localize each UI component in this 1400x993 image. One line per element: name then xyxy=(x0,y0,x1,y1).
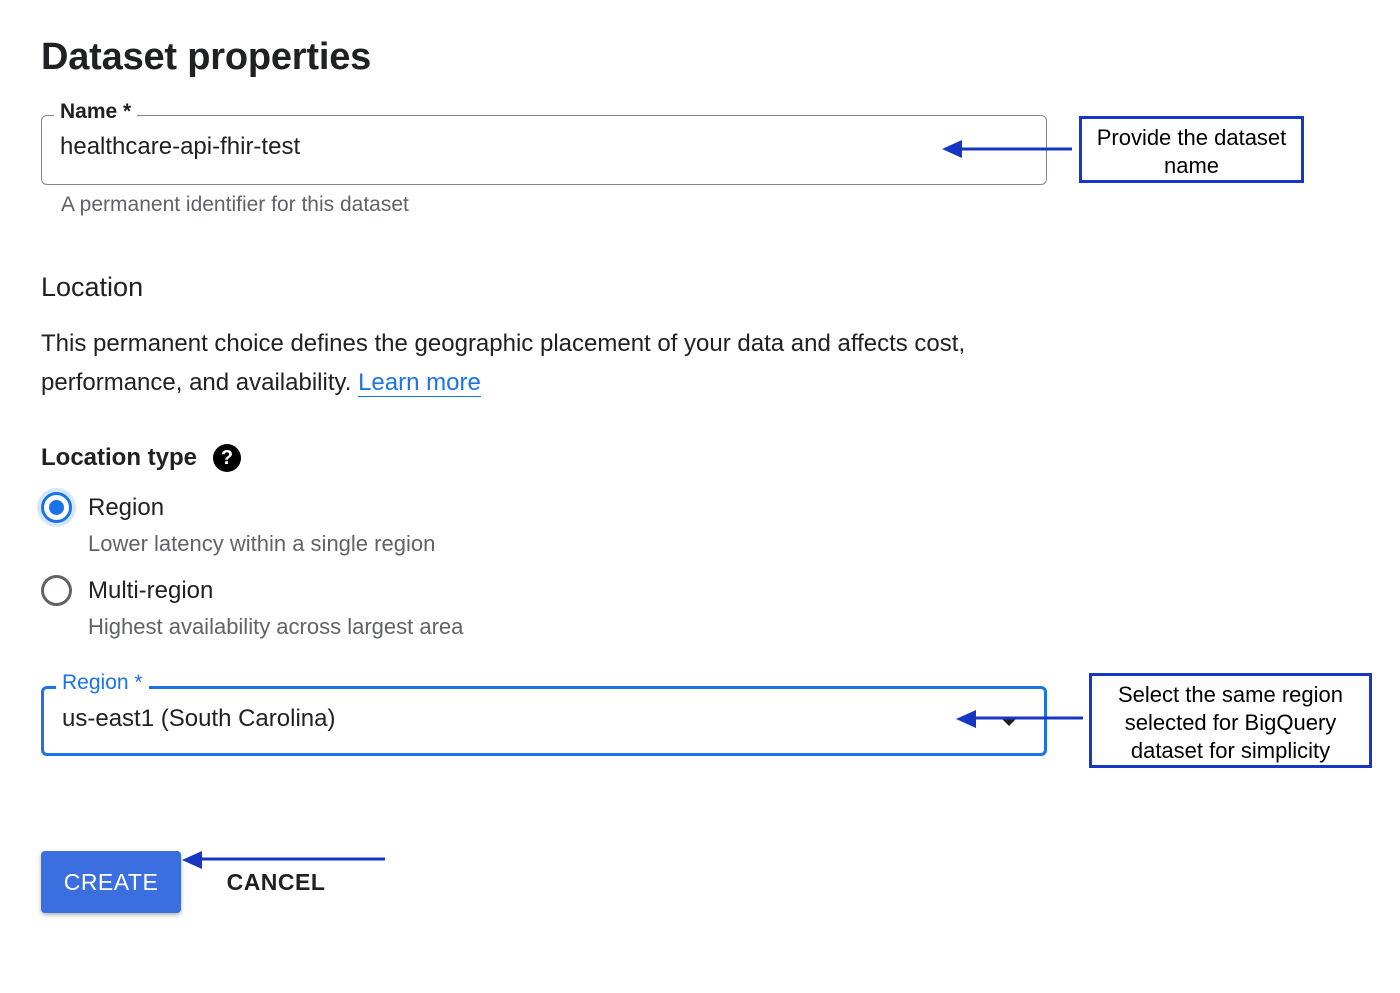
region-annotation-callout: Select the same region selected for BigQ… xyxy=(1089,673,1372,768)
region-annotation-arrowhead xyxy=(956,710,976,728)
create-annotation-arrowhead xyxy=(182,851,202,869)
name-annotation-arrowhead xyxy=(942,140,962,158)
name-annotation-callout: Provide the dataset name xyxy=(1079,116,1304,183)
dataset-properties-page: Dataset properties Name * healthcare-api… xyxy=(0,0,1400,993)
